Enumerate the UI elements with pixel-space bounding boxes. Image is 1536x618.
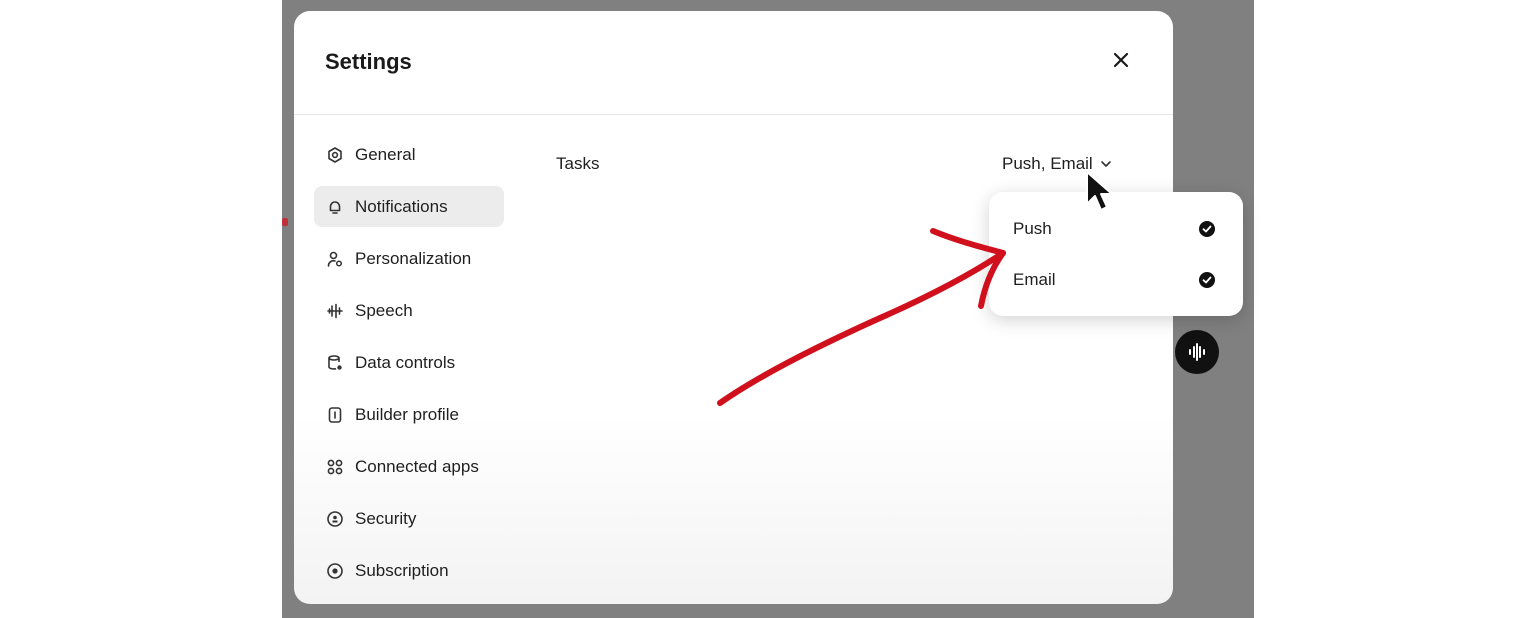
sidebar-item-subscription[interactable]: Subscription — [314, 550, 504, 591]
sidebar-item-label: Personalization — [355, 248, 472, 268]
sidebar-item-label: Builder profile — [355, 404, 459, 424]
sidebar-item-label: Connected apps — [355, 456, 479, 476]
sidebar-item-label: Notifications — [355, 196, 448, 216]
check-circle-icon — [1199, 272, 1215, 288]
sidebar-item-personalization[interactable]: Personalization — [314, 238, 504, 279]
sidebar-item-notifications[interactable]: Notifications — [314, 186, 504, 227]
person-icon — [325, 249, 345, 269]
subscription-icon — [325, 561, 345, 581]
sidebar-item-label: Data controls — [355, 352, 456, 372]
settings-modal: Settings General Notifications Personali… — [294, 11, 1243, 604]
select-value: Push, Email — [1002, 154, 1093, 173]
sidebar-item-label: Security — [355, 508, 417, 528]
check-circle-icon — [1199, 221, 1215, 237]
waveform-icon — [1189, 343, 1205, 361]
option-label: Push — [1013, 219, 1052, 238]
sidebar-item-label: Subscription — [355, 560, 449, 580]
shield-lock-icon — [325, 509, 345, 529]
option-label: Email — [1013, 270, 1056, 289]
chevron-down-icon — [1099, 157, 1113, 171]
tasks-setting-label: Tasks — [556, 154, 600, 173]
sidebar-item-builder-profile[interactable]: Builder profile — [314, 394, 504, 435]
bell-icon — [325, 197, 345, 217]
close-icon — [1113, 52, 1129, 68]
waveform-icon — [325, 301, 345, 321]
apps-grid-icon — [325, 457, 345, 477]
sidebar-item-connected-apps[interactable]: Connected apps — [314, 446, 504, 487]
sidebar-item-speech[interactable]: Speech — [314, 290, 504, 331]
voice-mode-button[interactable] — [1175, 330, 1219, 374]
id-card-icon — [325, 405, 345, 425]
dropdown-option-email[interactable]: Email — [989, 258, 1243, 302]
sidebar-item-label: General — [355, 144, 416, 164]
modal-title: Settings — [325, 49, 412, 74]
gear-icon — [325, 145, 345, 165]
close-button[interactable] — [1106, 45, 1136, 75]
sidebar-item-security[interactable]: Security — [314, 498, 504, 539]
notification-options-dropdown: Push Email — [989, 192, 1243, 316]
sidebar-item-data-controls[interactable]: Data controls — [314, 342, 504, 383]
sidebar-item-general[interactable]: General — [314, 134, 504, 175]
background-mark — [282, 218, 288, 226]
dropdown-option-push[interactable]: Push — [989, 207, 1243, 251]
database-icon — [325, 353, 345, 373]
sidebar-item-label: Speech — [355, 300, 413, 320]
header-divider — [294, 114, 1173, 115]
mouse-cursor-icon — [1086, 171, 1113, 211]
